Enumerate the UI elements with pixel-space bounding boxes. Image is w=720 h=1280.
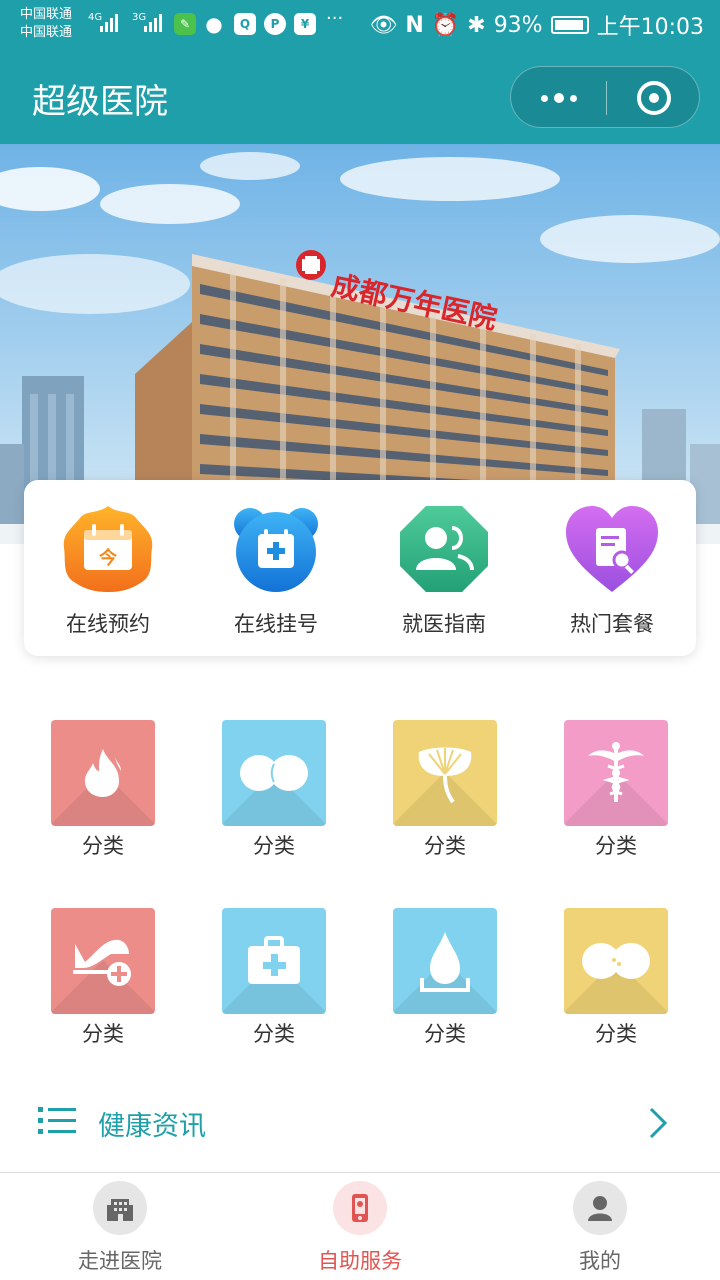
first-aid-kit-icon (248, 936, 300, 984)
quick-item-appointment[interactable]: 今 在线预约 (24, 480, 192, 656)
quick-label-registration: 在线挂号 (234, 612, 318, 636)
tab-label-hospital: 走进医院 (78, 1249, 162, 1273)
category-label: 分类 (595, 1022, 637, 1046)
category-tile (564, 908, 668, 1014)
category-label: 分类 (253, 834, 295, 858)
parking-icon: P (264, 13, 286, 35)
quick-item-registration[interactable]: 在线挂号 (192, 480, 360, 656)
search-app-icon: Q (234, 13, 256, 35)
category-label: 分类 (424, 834, 466, 858)
quick-label-packages: 热门套餐 (570, 612, 654, 636)
category-label: 分类 (82, 834, 124, 858)
more-notifications: ··· (326, 8, 344, 29)
category-item[interactable]: 分类 (551, 908, 681, 1048)
signal-icon (100, 14, 118, 32)
tab-self-service[interactable]: 自助服务 (240, 1173, 480, 1280)
status-right: 👁 N ⏰ ✱ 93% 上午10:03 (369, 10, 704, 41)
category-label: 分类 (82, 1022, 124, 1046)
quick-item-guide[interactable]: 就医指南 (360, 480, 528, 656)
medical-calendar-icon (234, 508, 318, 592)
category-label: 分类 (253, 1022, 295, 1046)
alarm-icon: ⏰ (431, 12, 460, 38)
tab-mine[interactable]: 我的 (480, 1173, 720, 1280)
category-tile (51, 720, 155, 826)
phone-icon (333, 1181, 387, 1235)
tab-hospital[interactable]: 走进医院 (0, 1173, 240, 1280)
eye-icon: 👁 (369, 12, 398, 38)
category-tile (393, 908, 497, 1014)
category-item[interactable]: 分类 (209, 908, 339, 1048)
page-title: 超级医院 (32, 82, 168, 122)
category-item[interactable]: 分类 (380, 908, 510, 1048)
users-icon (400, 506, 488, 592)
category-item[interactable]: 分类 (380, 720, 510, 860)
quick-menu: 今 在线预约 在线挂号 就医指南 热门套餐 (24, 480, 696, 656)
carrier-info: 中国联通 中国联通 (20, 6, 72, 42)
category-tile (51, 908, 155, 1014)
quick-label-appointment: 在线预约 (66, 612, 150, 636)
seed-icon (240, 755, 308, 791)
category-item[interactable]: 分类 (209, 720, 339, 860)
category-item[interactable]: 分类 (551, 720, 681, 860)
calendar-icon: 今 (63, 506, 153, 592)
tab-label-self-service: 自助服务 (318, 1249, 402, 1273)
more-dots-icon[interactable] (511, 67, 606, 129)
category-label: 分类 (595, 834, 637, 858)
heartbeat-plus-icon (73, 939, 131, 986)
tab-bar: 走进医院 自助服务 我的 (0, 1173, 720, 1280)
health-news-header[interactable]: 健康资讯 (0, 1090, 720, 1156)
ginkgo-icon (418, 747, 472, 804)
battery-percent: 93% (493, 12, 543, 38)
category-item[interactable]: 分类 (38, 720, 168, 860)
currency-icon: ¥ (294, 13, 316, 35)
water-drop-icon (420, 932, 470, 992)
signal-icon-2 (144, 14, 162, 32)
caduceus-icon (588, 742, 644, 802)
building-icon (93, 1181, 147, 1235)
chat-bubble-icon: ● (205, 12, 223, 36)
flame-icon (85, 749, 121, 797)
status-bar: 中国联通 中国联通 4G 3G ✎ ● Q P ¥ ··· 👁 N ⏰ ✱ 93… (0, 0, 720, 50)
quick-label-guide: 就医指南 (402, 612, 486, 636)
carrier-2: 中国联通 (20, 25, 73, 40)
category-tile (222, 720, 326, 826)
bluetooth-icon: ✱ (467, 12, 486, 38)
battery-icon (550, 16, 589, 34)
list-icon (38, 1107, 76, 1134)
clock: 上午10:03 (596, 15, 704, 40)
category-tile (564, 720, 668, 826)
tab-label-mine: 我的 (579, 1249, 621, 1273)
target-icon[interactable] (607, 67, 701, 129)
health-news-title: 健康资讯 (98, 1111, 206, 1142)
category-tile (222, 908, 326, 1014)
category-item[interactable]: 分类 (38, 908, 168, 1048)
app-notification-icon: ✎ (174, 13, 196, 35)
nfc-icon: N (405, 12, 424, 38)
carrier-1: 中国联通 (20, 7, 73, 22)
quick-item-packages[interactable]: 热门套餐 (528, 480, 696, 656)
title-bar: 超级医院 (0, 50, 720, 144)
miniprogram-capsule (510, 66, 700, 128)
chevron-right-icon[interactable] (648, 1106, 668, 1140)
category-tile (393, 720, 497, 826)
seed-icon (582, 943, 650, 979)
user-icon (573, 1181, 627, 1235)
calendar-day-glyph: 今 (99, 547, 118, 569)
document-search-icon (566, 506, 658, 592)
category-label: 分类 (424, 1022, 466, 1046)
